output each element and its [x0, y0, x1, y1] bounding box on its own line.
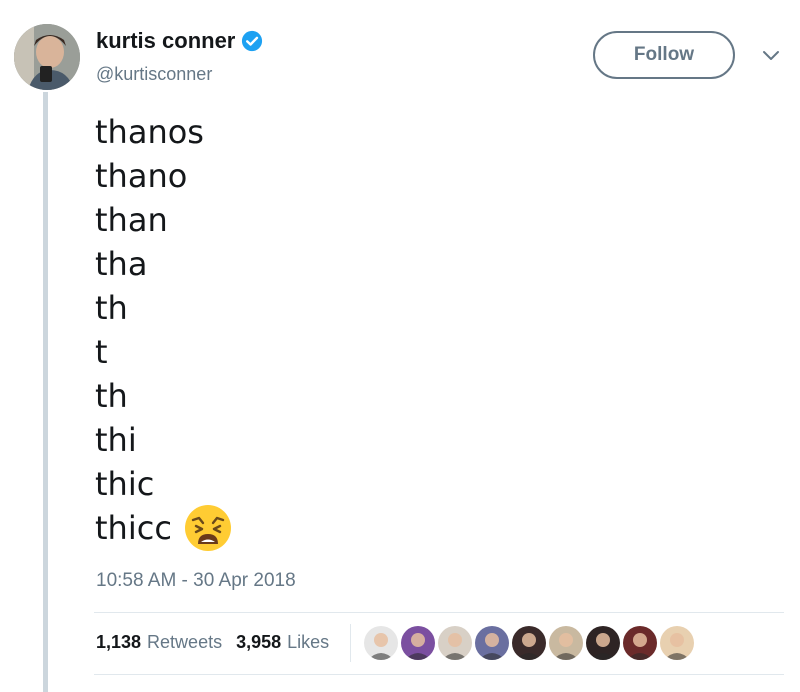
- weary-face-emoji-icon: [184, 505, 231, 551]
- liker-avatar-5[interactable]: [512, 626, 546, 660]
- tweet-text: thanos thano than tha th t th thi thic t…: [95, 110, 232, 551]
- tweet-line-text: thi: [95, 421, 137, 459]
- follow-button[interactable]: Follow: [593, 31, 735, 79]
- chevron-down-icon[interactable]: [762, 50, 780, 62]
- tweet-line-text: th: [95, 377, 128, 415]
- display-name[interactable]: kurtis conner: [96, 28, 235, 54]
- liker-avatar-7[interactable]: [586, 626, 620, 660]
- tweet-line: thi: [95, 418, 232, 462]
- likes-stat[interactable]: 3,958 Likes: [236, 632, 329, 653]
- tweet-line: thanos: [95, 110, 232, 154]
- likes-label: Likes: [287, 632, 330, 652]
- tweet-line: t: [95, 330, 232, 374]
- tweet-line: thicc: [95, 505, 232, 551]
- liker-avatar-3[interactable]: [438, 626, 472, 660]
- tweet-timestamp[interactable]: 10:58 AM - 30 Apr 2018: [96, 570, 296, 592]
- tweet-line: th: [95, 286, 232, 330]
- tweet-line-text: thano: [95, 157, 188, 195]
- divider-bottom: [94, 674, 784, 675]
- tweet-line-text: thanos: [95, 113, 204, 151]
- tweet-line: than: [95, 198, 232, 242]
- user-handle[interactable]: @kurtisconner: [96, 64, 212, 85]
- thread-line: [43, 92, 48, 692]
- liker-avatar-4[interactable]: [475, 626, 509, 660]
- tweet-line-text: t: [95, 333, 108, 371]
- verified-badge-icon: [242, 30, 263, 52]
- avatar[interactable]: [14, 24, 80, 90]
- tweet-line: thic: [95, 462, 232, 506]
- tweet-line-text: than: [95, 201, 168, 239]
- user-name-row[interactable]: kurtis conner: [96, 28, 263, 54]
- retweets-stat[interactable]: 1,138 Retweets: [96, 632, 222, 653]
- liker-avatar-9[interactable]: [660, 626, 694, 660]
- liker-avatar-1[interactable]: [364, 626, 398, 660]
- avatar-photo: [14, 24, 80, 90]
- liker-avatar-8[interactable]: [623, 626, 657, 660]
- stats-separator: [350, 624, 351, 662]
- tweet-line: thano: [95, 154, 232, 198]
- tweet-line-text: thicc: [95, 509, 172, 547]
- tweet-line-text: thic: [95, 465, 155, 503]
- liker-avatar-2[interactable]: [401, 626, 435, 660]
- tweet-line: tha: [95, 242, 232, 286]
- retweets-label: Retweets: [147, 632, 223, 652]
- liker-avatar-6[interactable]: [549, 626, 583, 660]
- tweet-line-text: th: [95, 289, 128, 327]
- tweet-stats: 1,138 Retweets 3,958 Likes: [96, 632, 329, 653]
- tweet-line: th: [95, 374, 232, 418]
- tweet-line-text: tha: [95, 245, 148, 283]
- retweets-count: 1,138: [96, 632, 142, 652]
- likes-count: 3,958: [236, 632, 282, 652]
- divider-top: [94, 612, 784, 613]
- liker-avatars: [364, 626, 697, 660]
